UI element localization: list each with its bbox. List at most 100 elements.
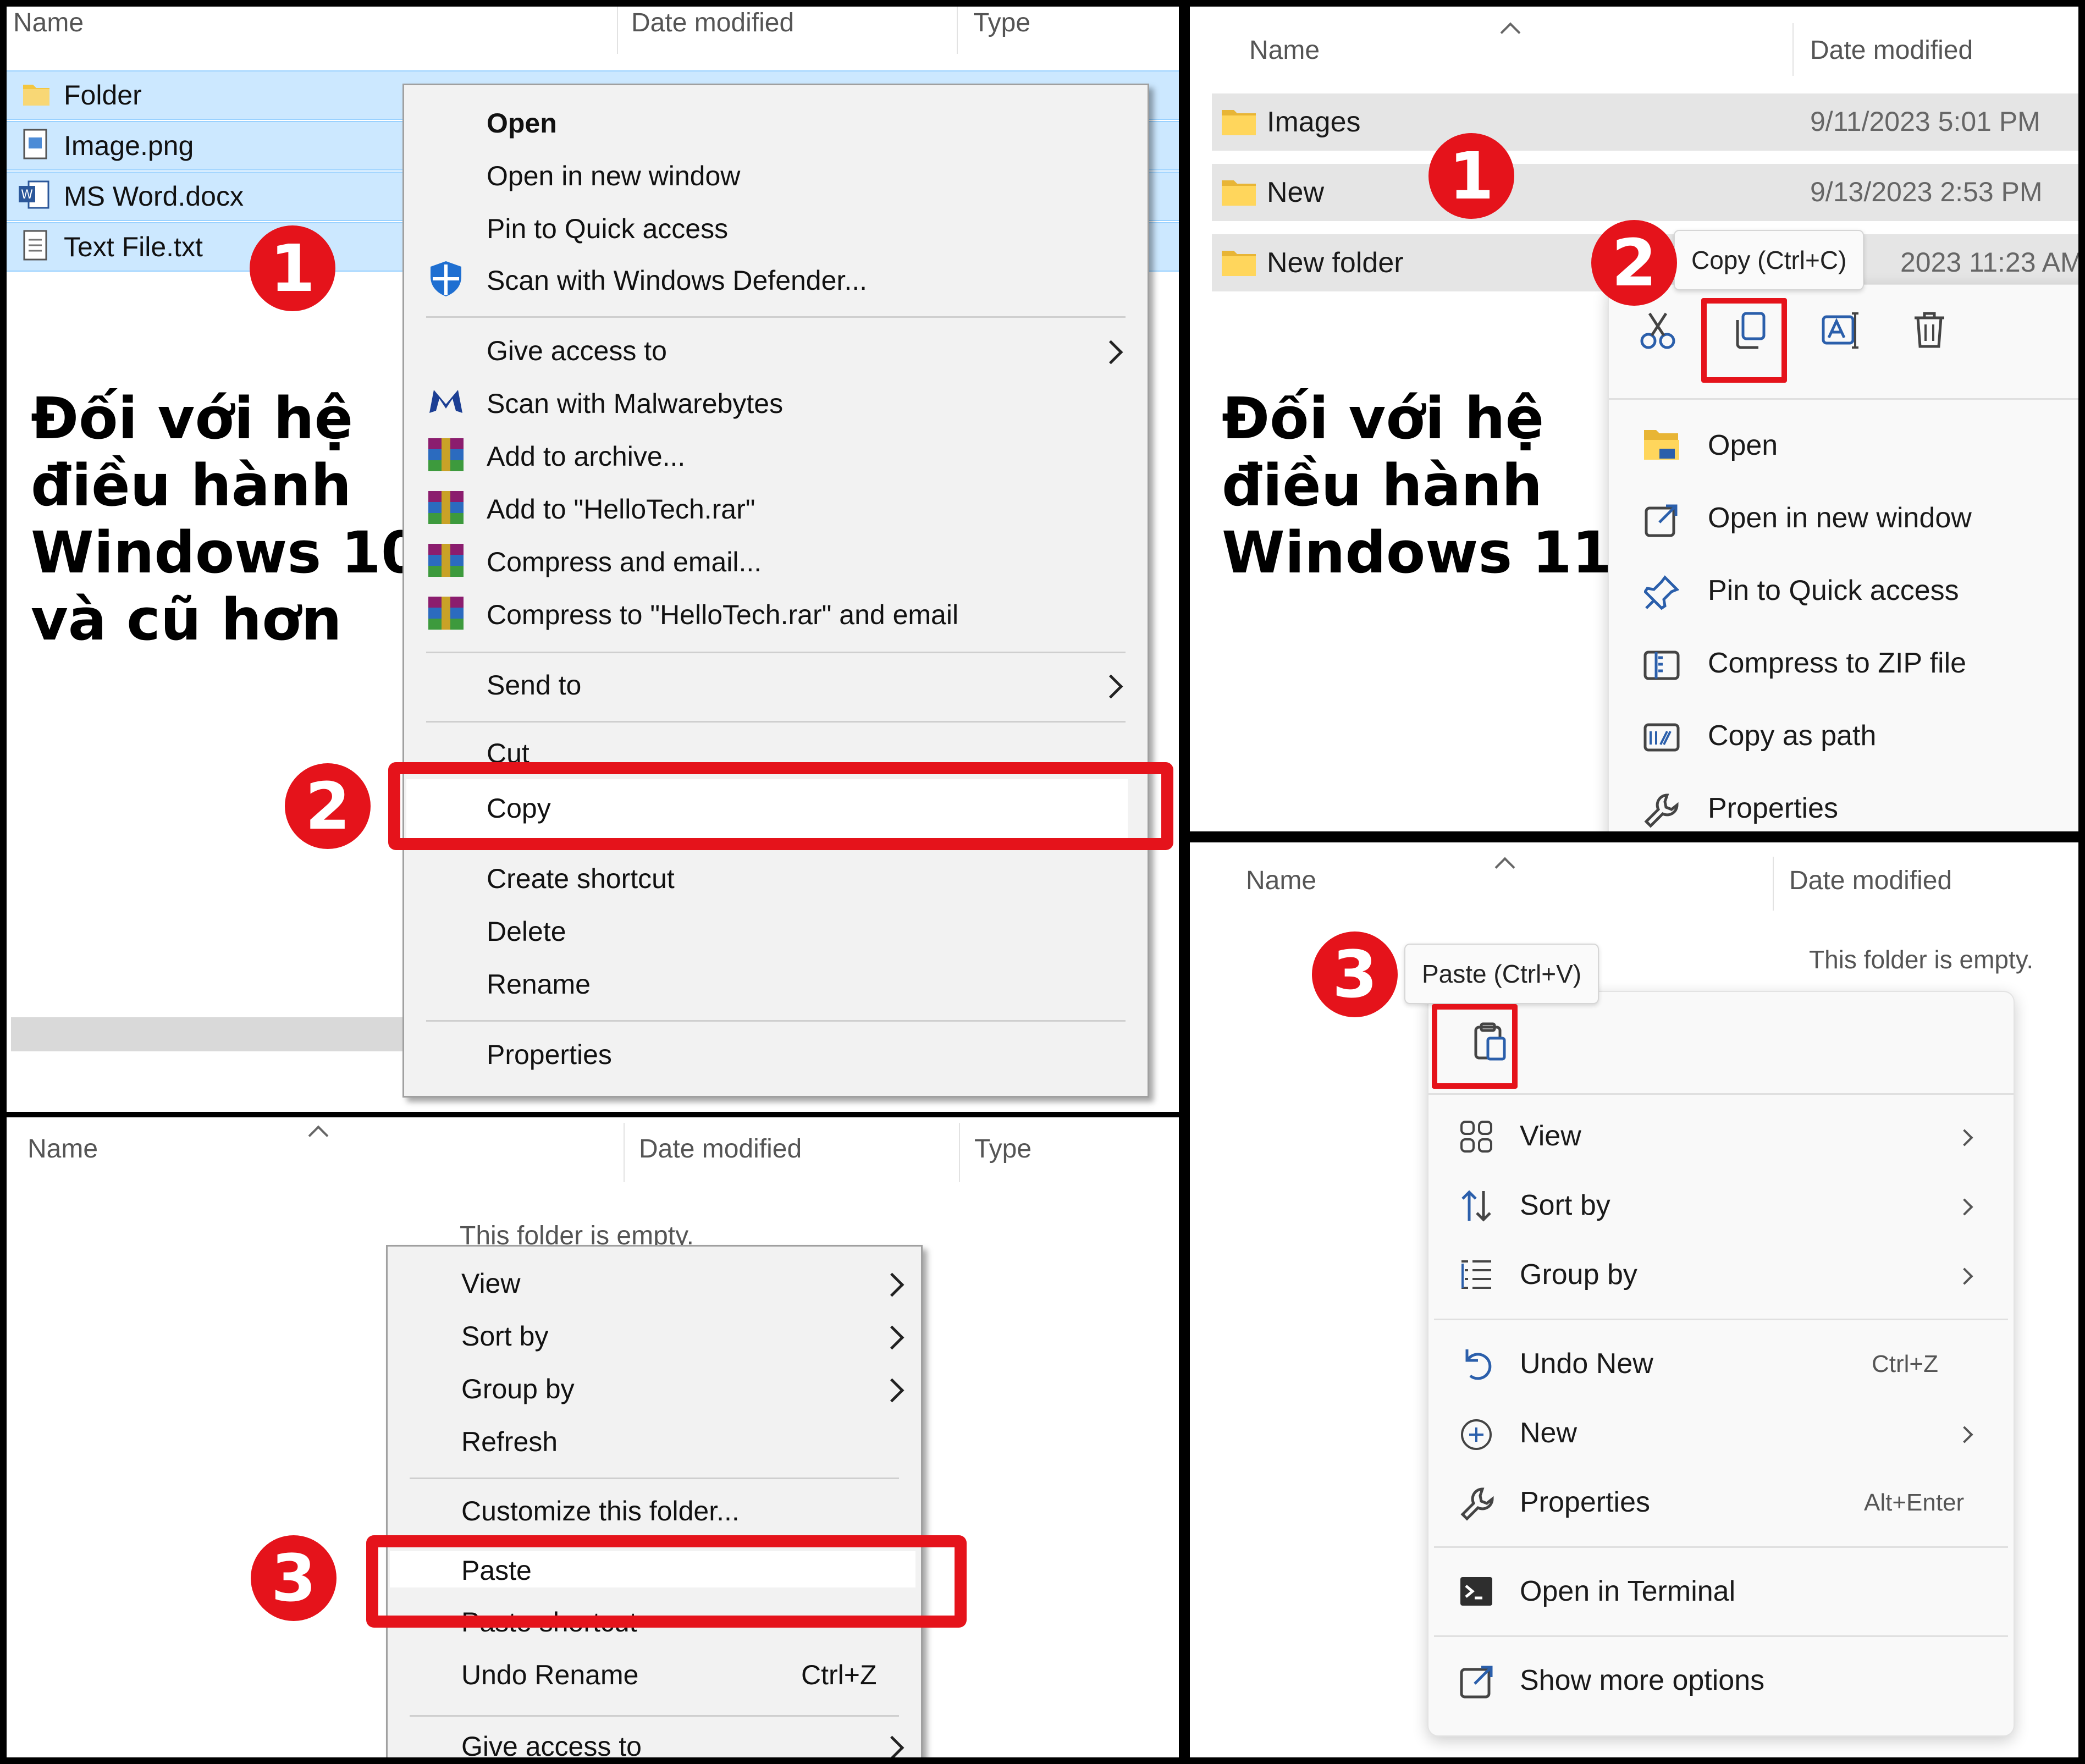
menu-item-properties[interactable]: Properties xyxy=(1708,792,1838,825)
view-grid-icon xyxy=(1460,1121,1492,1153)
wrench-icon xyxy=(1460,1487,1494,1521)
menu-item-send-to[interactable]: Send to xyxy=(487,669,581,701)
menu-item-properties[interactable]: Properties xyxy=(487,1039,612,1071)
menu-item-refresh[interactable]: Refresh xyxy=(461,1426,558,1458)
winrar-icon xyxy=(428,491,464,524)
sort-icon xyxy=(1461,1190,1491,1222)
chevron-right-icon xyxy=(1099,340,1123,365)
chevron-right-icon xyxy=(1956,1129,1973,1146)
menu-item-open-new-window[interactable]: Open in new window xyxy=(487,160,740,192)
menu-item-add-archive[interactable]: Add to archive... xyxy=(487,440,685,472)
menu-separator xyxy=(426,652,1126,653)
menu-item-compress-zip[interactable]: Compress to ZIP file xyxy=(1708,647,1966,680)
column-header-name[interactable]: Name xyxy=(13,8,84,38)
svg-text:W: W xyxy=(21,188,33,202)
menu-item-scan-defender[interactable]: Scan with Windows Defender... xyxy=(487,264,867,296)
menu-item-open-new-window[interactable]: Open in new window xyxy=(1708,501,1972,534)
win11-file-context-menu: Open Open in new window Pin to Quick acc… xyxy=(1608,284,2078,831)
file-name: Text File.txt xyxy=(64,231,203,262)
menu-item-malwarebytes[interactable]: Scan with Malwarebytes xyxy=(487,388,783,420)
menu-item-undo-rename[interactable]: Undo Rename xyxy=(461,1659,638,1691)
folder-date: 2023 11:23 AM xyxy=(1900,247,2078,278)
column-header-name[interactable]: Name xyxy=(27,1134,98,1164)
column-header-type[interactable]: Type xyxy=(974,1134,1032,1164)
wrench-icon xyxy=(1644,793,1679,828)
win11-paste-panel: Name Date modified This folder is empty.… xyxy=(1190,842,2078,1757)
menu-item-undo-new[interactable]: Undo New xyxy=(1520,1347,1653,1380)
caption-line: điều hành xyxy=(1222,452,1543,519)
win10-copy-panel: Name Date modified Type Folder Image.png… xyxy=(7,7,1179,1112)
horizontal-divider-left xyxy=(0,1112,1179,1117)
step-badge-1: 1 xyxy=(250,225,335,311)
menu-separator xyxy=(1428,1093,2014,1095)
folder-name: New folder xyxy=(1267,247,1404,279)
menu-item-group-by[interactable]: Group by xyxy=(461,1373,575,1405)
step-badge-1: 1 xyxy=(1428,133,1514,219)
vertical-divider xyxy=(1179,0,1190,1764)
menu-item-compress-email[interactable]: Compress and email... xyxy=(487,546,762,578)
column-header-type[interactable]: Type xyxy=(973,8,1030,38)
menu-item-show-more-options[interactable]: Show more options xyxy=(1520,1664,1764,1697)
cut-icon[interactable] xyxy=(1640,311,1676,350)
menu-item-compress-rar-email[interactable]: Compress to "HelloTech.rar" and email xyxy=(487,599,958,631)
menu-item-view[interactable]: View xyxy=(1520,1120,1581,1153)
menu-item-delete[interactable]: Delete xyxy=(487,916,566,947)
frame-border-top xyxy=(0,0,2085,7)
pin-icon xyxy=(1644,575,1679,610)
sort-ascending-icon xyxy=(1494,857,1515,878)
shortcut-ctrl-z: Ctrl+Z xyxy=(1872,1350,1938,1377)
menu-item-copy-path[interactable]: Copy as path xyxy=(1708,719,1876,752)
horizontal-scrollbar[interactable] xyxy=(11,1017,407,1051)
sort-ascending-icon xyxy=(308,1125,329,1146)
menu-item-group-by[interactable]: Group by xyxy=(1520,1258,1637,1291)
menu-item-sort-by[interactable]: Sort by xyxy=(461,1320,548,1352)
chevron-right-icon xyxy=(880,1325,904,1350)
winrar-icon xyxy=(428,597,464,630)
show-more-options-icon xyxy=(1460,1666,1493,1699)
menu-item-create-shortcut[interactable]: Create shortcut xyxy=(487,863,675,895)
win10-paste-panel: Name Date modified Type This folder is e… xyxy=(7,1117,1179,1757)
column-divider xyxy=(1792,23,1794,76)
column-header-date-modified[interactable]: Date modified xyxy=(631,8,794,38)
menu-item-rename[interactable]: Rename xyxy=(487,968,591,1000)
column-divider xyxy=(959,1123,960,1182)
file-name: MS Word.docx xyxy=(64,181,244,212)
step-badge-3: 3 xyxy=(251,1535,337,1621)
menu-item-pin-quick-access[interactable]: Pin to Quick access xyxy=(1708,574,1959,607)
folder-row-new[interactable]: New 9/13/2023 2:53 PM xyxy=(1212,164,2078,221)
menu-separator xyxy=(426,1020,1126,1022)
menu-item-open[interactable]: Open xyxy=(1708,429,1778,462)
column-header-date-modified[interactable]: Date modified xyxy=(1789,866,1952,896)
menu-separator xyxy=(1609,398,2078,400)
frame-border-right xyxy=(2078,0,2085,1764)
paste-tooltip: Paste (Ctrl+V) xyxy=(1404,944,1599,1004)
menu-item-open-terminal[interactable]: Open in Terminal xyxy=(1520,1575,1735,1608)
delete-icon[interactable] xyxy=(1912,311,1946,350)
column-header-date-modified[interactable]: Date modified xyxy=(639,1134,802,1164)
column-header-date-modified[interactable]: Date modified xyxy=(1810,35,1973,65)
win11-copy-panel: Name Date modified Images 9/11/2023 5:01… xyxy=(1190,7,2078,831)
menu-item-customize[interactable]: Customize this folder... xyxy=(461,1495,740,1527)
menu-item-sort-by[interactable]: Sort by xyxy=(1520,1189,1610,1222)
menu-item-add-rar[interactable]: Add to "HelloTech.rar" xyxy=(487,493,755,525)
folder-row-images[interactable]: Images 9/11/2023 5:01 PM xyxy=(1212,93,2078,151)
menu-item-open[interactable]: Open xyxy=(487,107,557,139)
menu-item-pin-quick-access[interactable]: Pin to Quick access xyxy=(487,213,728,245)
folder-icon xyxy=(1222,180,1256,206)
file-context-menu: Open Open in new window Pin to Quick acc… xyxy=(402,84,1149,1098)
menu-item-give-access[interactable]: Give access to xyxy=(487,335,667,367)
menu-item-view[interactable]: View xyxy=(461,1267,520,1299)
rename-icon[interactable] xyxy=(1821,311,1861,350)
caption-line: Windows 11 xyxy=(1222,519,1612,586)
column-header-name[interactable]: Name xyxy=(1249,35,1320,65)
group-icon xyxy=(1461,1260,1491,1289)
file-name: Folder xyxy=(64,80,142,111)
menu-item-new[interactable]: New xyxy=(1520,1416,1577,1449)
chevron-right-icon xyxy=(1956,1267,1973,1285)
menu-item-give-access[interactable]: Give access to xyxy=(461,1730,642,1757)
column-header-name[interactable]: Name xyxy=(1246,866,1316,896)
background-context-menu: View Sort by Group by Refresh Customize … xyxy=(386,1245,923,1757)
chevron-right-icon xyxy=(880,1735,904,1757)
new-plus-icon xyxy=(1461,1419,1492,1450)
menu-item-properties[interactable]: Properties xyxy=(1520,1486,1650,1519)
